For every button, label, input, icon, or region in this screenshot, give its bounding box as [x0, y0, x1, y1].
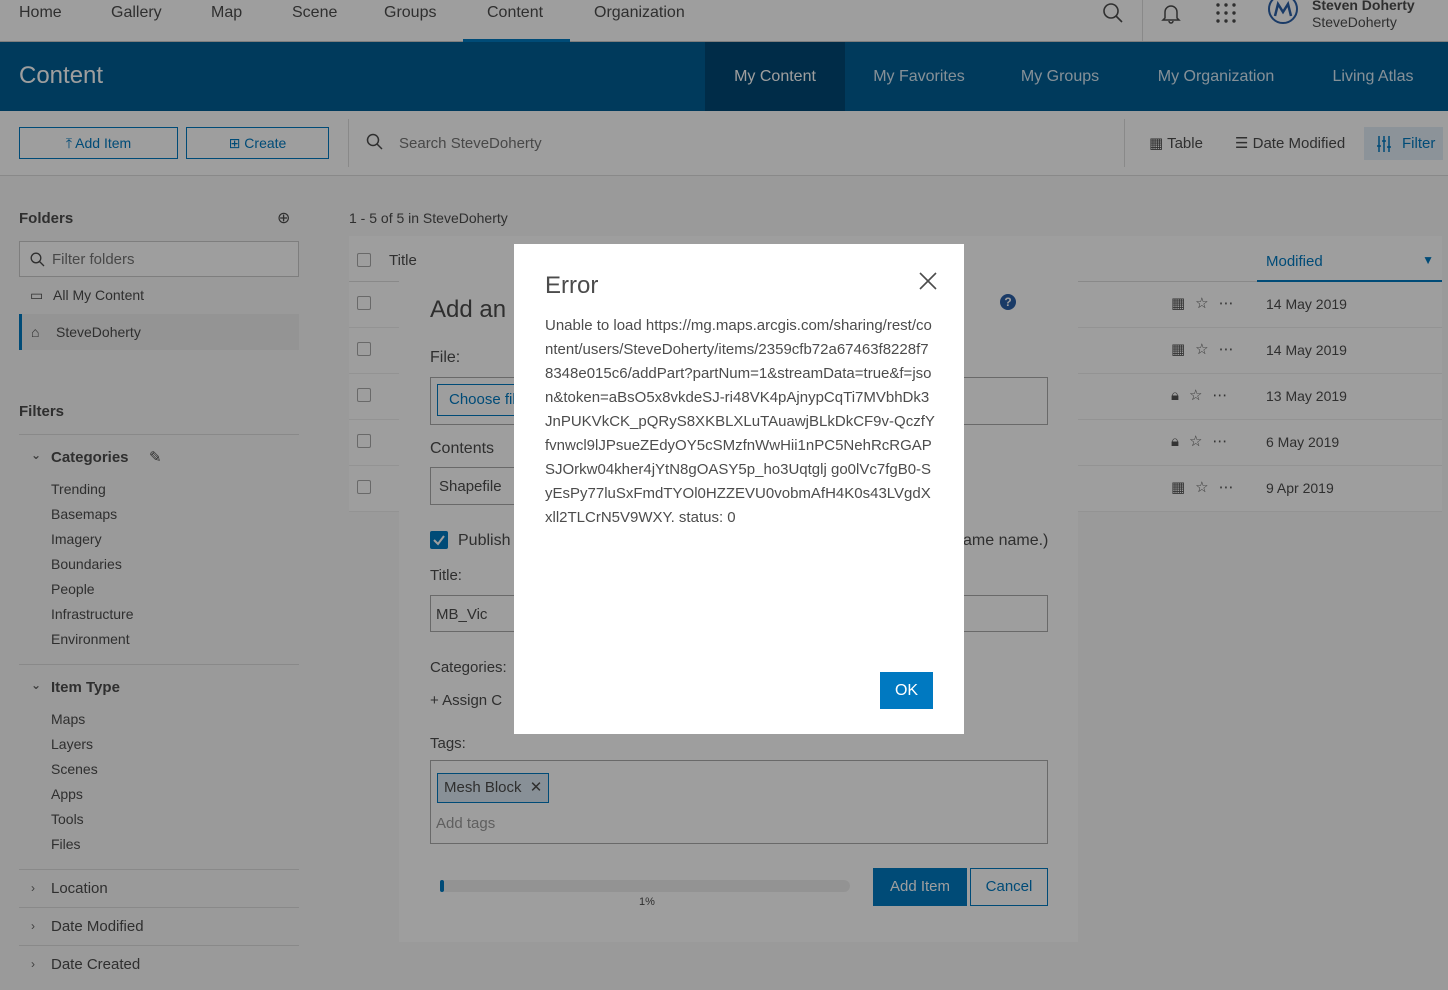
dialog-message: Unable to load https://mg.maps.arcgis.co… — [545, 317, 935, 526]
close-icon[interactable] — [914, 267, 942, 295]
error-dialog: Error Unable to load https://mg.maps.arc… — [514, 244, 964, 734]
ok-button[interactable]: OK — [880, 672, 933, 709]
dialog-title: Error — [545, 272, 599, 299]
